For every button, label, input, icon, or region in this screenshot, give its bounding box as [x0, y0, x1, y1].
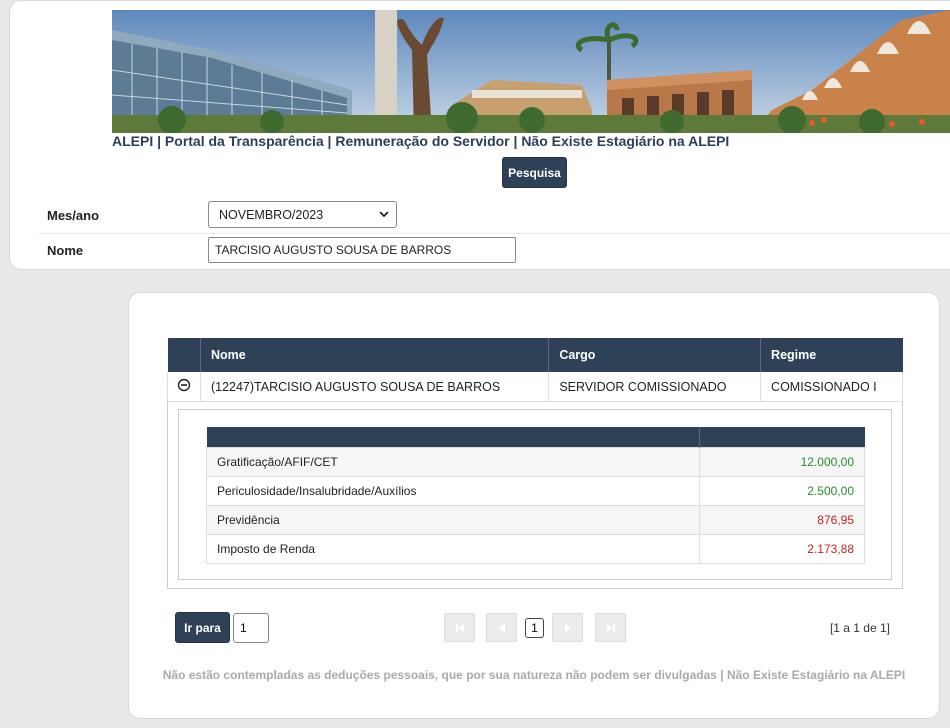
month-select[interactable]: NOVEMBRO/2023: [208, 201, 397, 228]
last-page-icon: [606, 623, 615, 632]
name-label: Nome: [47, 243, 84, 258]
go-to-page-input[interactable]: [233, 613, 269, 643]
month-label: Mes/ano: [47, 208, 100, 223]
detail-value: 2.500,00: [699, 476, 865, 506]
last-page-button[interactable]: [595, 613, 626, 642]
detail-row: Gratificação/AFIF/CET 12.000,00: [205, 447, 865, 477]
detail-label: Periculosidade/Insalubridade/Auxílios: [205, 476, 701, 506]
column-header-nome: Nome: [200, 338, 550, 372]
portal-title: ALEPI | Portal da Transparência | Remune…: [112, 133, 730, 149]
collapse-toggle[interactable]: [167, 372, 201, 402]
form-divider: [39, 233, 950, 234]
current-page[interactable]: 1: [525, 618, 544, 638]
previous-page-button[interactable]: [486, 613, 517, 642]
page-info: [1 a 1 de 1]: [829, 621, 890, 635]
detail-label: Previdência: [205, 505, 701, 535]
cell-regime: COMISSIONADO I: [760, 372, 903, 402]
detail-value: 2.173,88: [699, 534, 865, 564]
chevron-left-icon: [498, 623, 505, 632]
first-page-button[interactable]: [444, 613, 475, 642]
go-to-page-button[interactable]: Ir para: [175, 612, 230, 643]
detail-header-label: [206, 427, 701, 448]
cell-nome: (12247)TARCISIO AUGUSTO SOUSA DE BARROS: [200, 372, 550, 402]
results-table: Nome Cargo Regime (12247)TARCISIO AUGUST…: [167, 338, 903, 402]
table-row: (12247)TARCISIO AUGUSTO SOUSA DE BARROS …: [167, 372, 903, 402]
detail-value: 12.000,00: [699, 447, 865, 477]
detail-row: Periculosidade/Insalubridade/Auxílios 2.…: [205, 476, 865, 506]
month-select-value: NOVEMBRO/2023: [219, 207, 324, 222]
detail-row: Imposto de Renda 2.173,88: [205, 534, 865, 564]
chevron-right-icon: [564, 623, 571, 632]
footer-note: Não estão contempladas as deduções pesso…: [162, 668, 906, 682]
detail-label: Gratificação/AFIF/CET: [205, 447, 701, 477]
detail-row: Previdência 876,95: [205, 505, 865, 535]
cell-cargo: SERVIDOR COMISSIONADO: [548, 372, 762, 402]
chevron-down-icon: [379, 211, 389, 218]
column-header-cargo: Cargo: [548, 338, 762, 372]
detail-label: Imposto de Renda: [205, 534, 701, 564]
detail-value: 876,95: [699, 505, 865, 535]
detail-header-value: [699, 427, 865, 448]
first-page-icon: [455, 623, 464, 632]
column-header-regime: Regime: [760, 338, 903, 372]
name-input[interactable]: [208, 237, 516, 263]
search-button[interactable]: Pesquisa: [502, 157, 567, 188]
column-header-toggle: [167, 338, 201, 372]
next-page-button[interactable]: [552, 613, 583, 642]
minus-circle-icon: [177, 378, 191, 392]
banner-image: [112, 10, 950, 133]
detail-table: Gratificação/AFIF/CET 12.000,00 Periculo…: [205, 427, 865, 564]
